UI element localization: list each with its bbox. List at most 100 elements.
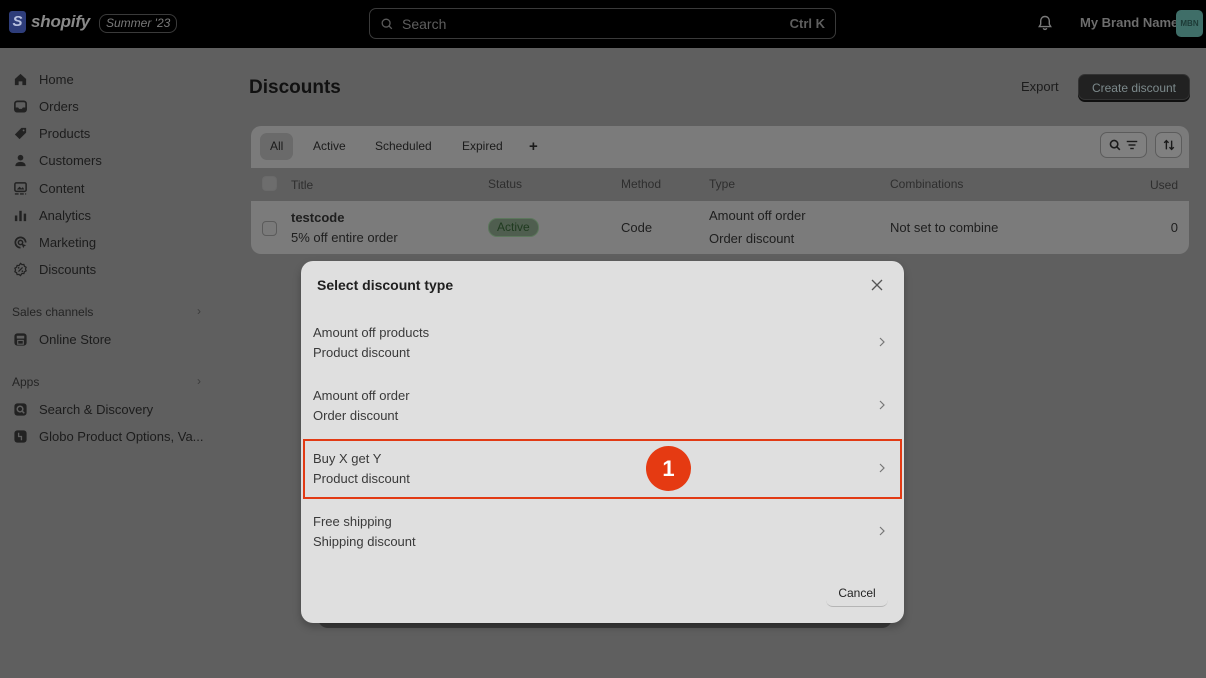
chevron-right-icon bbox=[879, 337, 885, 347]
search-input[interactable] bbox=[402, 15, 790, 32]
table-row[interactable]: testcode 5% off entire order Active Code… bbox=[251, 201, 1189, 254]
person-icon bbox=[12, 152, 28, 168]
modal-title: Select discount type bbox=[317, 277, 454, 293]
column-title[interactable]: Title bbox=[291, 178, 313, 192]
top-bar: S shopify Summer '23 Ctrl K My Brand Nam… bbox=[0, 0, 1206, 48]
filter-tabs: All Active Scheduled Expired + bbox=[251, 126, 1189, 168]
option-free-shipping[interactable]: Free shipping Shipping discount bbox=[301, 502, 904, 562]
sidebar-item-label: Discounts bbox=[39, 261, 97, 277]
option-subtitle: Shipping discount bbox=[313, 534, 416, 549]
create-discount-button[interactable]: Create discount bbox=[1078, 74, 1190, 100]
sidebar-item-label: Online Store bbox=[39, 331, 112, 347]
target-icon bbox=[12, 234, 28, 250]
option-amount-off-order[interactable]: Amount off order Order discount bbox=[301, 376, 904, 436]
discount-combinations: Not set to combine bbox=[890, 220, 999, 235]
avatar[interactable]: MBN bbox=[1176, 10, 1203, 37]
add-tab-button[interactable]: + bbox=[519, 133, 548, 160]
search-bar[interactable]: Ctrl K bbox=[369, 8, 836, 39]
sidebar-item-marketing[interactable]: Marketing bbox=[12, 231, 96, 253]
sidebar-item-analytics[interactable]: Analytics bbox=[12, 204, 91, 226]
option-title: Free shipping bbox=[313, 514, 392, 529]
option-buy-x-get-y[interactable]: Buy X get Y Product discount 1 bbox=[303, 439, 902, 499]
bar-chart-icon bbox=[12, 207, 28, 223]
image-icon bbox=[12, 180, 28, 196]
status-badge: Active bbox=[488, 218, 539, 237]
column-used: Used bbox=[1149, 178, 1178, 192]
tag-icon bbox=[12, 125, 28, 141]
table-header: Title Status Method Type Combinations Us… bbox=[251, 168, 1189, 201]
select-all-checkbox[interactable] bbox=[262, 176, 277, 191]
export-button[interactable]: Export bbox=[1021, 79, 1059, 94]
option-title: Amount off products bbox=[313, 325, 430, 340]
sidebar-item-label: Products bbox=[39, 125, 91, 141]
option-subtitle: Product discount bbox=[313, 471, 410, 486]
home-icon bbox=[12, 71, 28, 87]
search-icon bbox=[381, 18, 393, 29]
chevron-right-icon bbox=[879, 400, 885, 410]
bell-icon[interactable] bbox=[1036, 14, 1054, 32]
storefront-icon bbox=[12, 331, 28, 347]
discount-badge-icon bbox=[12, 261, 28, 277]
sort-icon bbox=[1163, 139, 1174, 151]
sidebar-item-globo[interactable]: Globo Product Options, Va... bbox=[12, 425, 204, 447]
column-method: Method bbox=[621, 177, 662, 191]
sidebar-item-label: Globo Product Options, Va... bbox=[39, 428, 204, 444]
edition-badge: Summer '23 bbox=[99, 14, 178, 33]
row-checkbox[interactable] bbox=[262, 221, 277, 236]
discount-type: Amount off order bbox=[709, 208, 806, 223]
discount-method: Code bbox=[621, 220, 653, 235]
discount-class: Order discount bbox=[709, 231, 795, 246]
sidebar-item-customers[interactable]: Customers bbox=[12, 149, 102, 171]
shopify-logo[interactable]: S shopify bbox=[9, 11, 90, 33]
sidebar-item-label: Analytics bbox=[39, 207, 92, 223]
select-discount-type-modal: Select discount type Amount off products… bbox=[301, 261, 904, 623]
chevron-right-icon[interactable]: › bbox=[197, 374, 201, 388]
chevron-right-icon[interactable]: › bbox=[197, 304, 201, 318]
option-title: Buy X get Y bbox=[313, 451, 382, 466]
apps-label[interactable]: Apps bbox=[12, 375, 39, 389]
store-name[interactable]: My Brand Name bbox=[1080, 15, 1178, 30]
sidebar-item-discounts[interactable]: Discounts bbox=[12, 258, 96, 280]
sidebar-item-label: Home bbox=[39, 71, 74, 87]
sidebar-item-products[interactable]: Products bbox=[12, 122, 90, 144]
sort-button[interactable] bbox=[1155, 132, 1182, 158]
search-filter-button[interactable] bbox=[1100, 132, 1147, 158]
shopify-bag-icon: S bbox=[9, 11, 26, 33]
column-status: Status bbox=[488, 177, 523, 191]
sidebar-item-label: Content bbox=[39, 180, 85, 196]
tab-expired[interactable]: Expired bbox=[452, 133, 513, 160]
option-amount-off-products[interactable]: Amount off products Product discount bbox=[301, 313, 904, 373]
sidebar-item-label: Orders bbox=[39, 98, 79, 114]
tab-all[interactable]: All bbox=[260, 133, 294, 160]
sidebar-item-content[interactable]: Content bbox=[12, 177, 85, 199]
column-type: Type bbox=[709, 177, 736, 191]
close-icon[interactable] bbox=[869, 277, 885, 293]
discount-used-count: 0 bbox=[1170, 220, 1178, 235]
sales-channels-label[interactable]: Sales channels bbox=[12, 305, 93, 319]
sidebar-item-orders[interactable]: Orders bbox=[12, 95, 79, 117]
option-subtitle: Order discount bbox=[313, 408, 399, 423]
step-marker: 1 bbox=[646, 446, 691, 491]
sidebar-item-online-store[interactable]: Online Store bbox=[12, 328, 111, 350]
column-combinations: Combinations bbox=[890, 177, 964, 191]
filter-icon bbox=[1126, 140, 1138, 150]
page-title: Discounts bbox=[249, 77, 341, 98]
sidebar-item-home[interactable]: Home bbox=[12, 68, 74, 90]
tab-scheduled[interactable]: Scheduled bbox=[365, 133, 442, 160]
tab-active[interactable]: Active bbox=[303, 133, 356, 160]
search-app-icon bbox=[12, 401, 28, 417]
discount-title[interactable]: testcode bbox=[291, 210, 344, 225]
chevron-right-icon bbox=[879, 526, 885, 536]
option-subtitle: Product discount bbox=[313, 345, 410, 360]
sidebar-item-search-discovery[interactable]: Search & Discovery bbox=[12, 398, 153, 420]
sidebar-item-label: Search & Discovery bbox=[39, 401, 154, 417]
sidebar-item-label: Marketing bbox=[39, 234, 97, 250]
discount-summary: 5% off entire order bbox=[291, 230, 398, 245]
search-shortcut: Ctrl K bbox=[789, 16, 825, 31]
inbox-icon bbox=[12, 98, 28, 114]
option-title: Amount off order bbox=[313, 388, 410, 403]
chevron-right-icon bbox=[879, 463, 885, 473]
sidebar-item-label: Customers bbox=[39, 152, 102, 168]
discounts-card: All Active Scheduled Expired + Title Sta… bbox=[251, 126, 1189, 254]
cancel-button[interactable]: Cancel bbox=[826, 581, 888, 607]
